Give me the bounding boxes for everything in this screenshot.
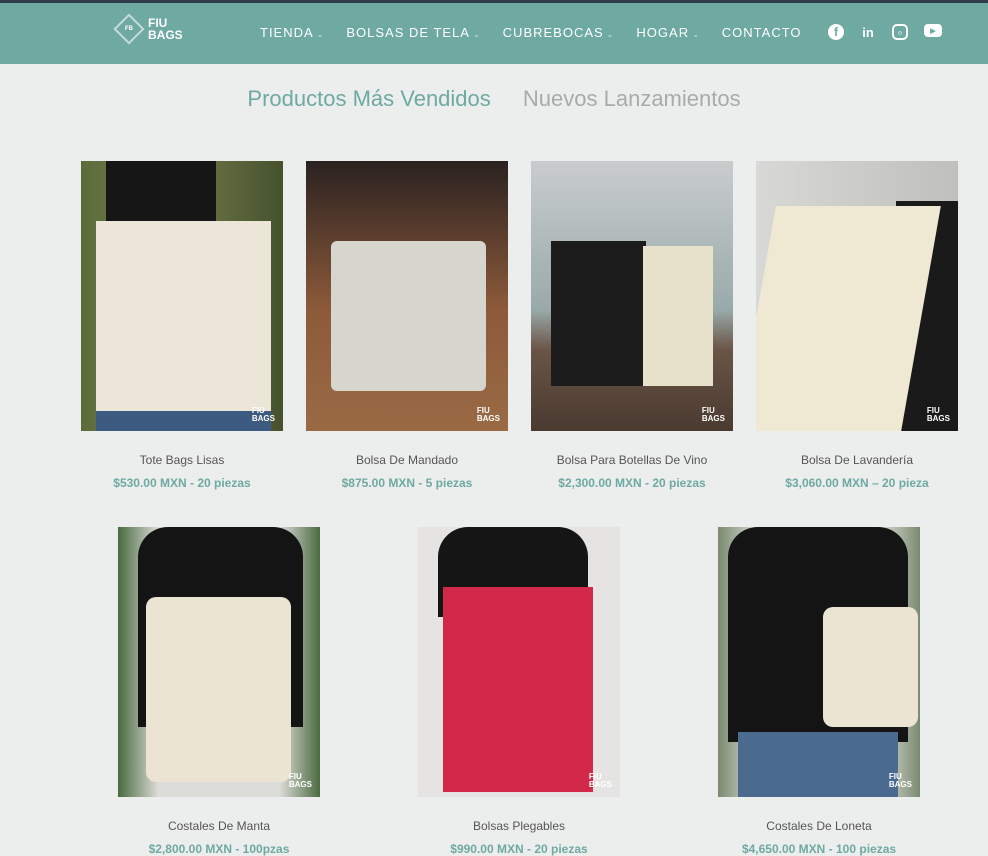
logo-line2: BAGS xyxy=(148,28,183,42)
product-card[interactable]: FIU BAGS Bolsa De Mandado $875.00 MXN - 5… xyxy=(306,161,508,490)
product-price: $875.00 MXN - 5 piezas xyxy=(341,476,473,490)
instagram-icon[interactable]: ◦ xyxy=(892,24,908,40)
product-price: $4,650.00 MXN - 100 piezas xyxy=(741,842,897,856)
chevron-down-icon: ⌄ xyxy=(316,30,325,39)
nav-bolsas-de-tela[interactable]: BOLSAS DE TELA ⌄ xyxy=(346,25,480,40)
product-name[interactable]: Costales De Loneta xyxy=(718,819,920,833)
watermark: FIU BAGS xyxy=(888,772,912,789)
product-image[interactable]: FIU BAGS xyxy=(81,161,283,431)
product-name[interactable]: Tote Bags Lisas xyxy=(81,453,283,467)
product-price: $990.00 MXN - 20 piezas xyxy=(450,842,588,856)
product-tabs: Productos Más Vendidos Nuevos Lanzamient… xyxy=(0,86,988,112)
site-header: FB FIU BAGS TIENDA ⌄ BOLSAS DE TELA ⌄ CUBRE… xyxy=(0,3,988,64)
product-image[interactable]: FIU BAGS xyxy=(718,527,920,797)
linkedin-icon[interactable]: in xyxy=(860,24,876,40)
product-name[interactable]: Bolsa De Lavandería xyxy=(756,453,958,467)
youtube-icon[interactable]: ▶ xyxy=(924,24,942,37)
product-card[interactable]: FIU BAGS Costales De Manta $2,800.00 MXN … xyxy=(118,527,320,856)
watermark: FIU BAGS xyxy=(476,406,500,423)
logo[interactable]: FB FIU BAGS xyxy=(113,13,183,45)
product-name[interactable]: Bolsas Plegables xyxy=(418,819,620,833)
product-image[interactable]: FIU BAGS xyxy=(531,161,733,431)
product-image[interactable]: FIU BAGS xyxy=(756,161,958,431)
watermark: FIU BAGS xyxy=(288,772,312,789)
nav-label: CUBREBOCAS xyxy=(502,25,604,40)
nav-label: TIENDA xyxy=(260,25,314,40)
tab-nuevos-lanzamientos[interactable]: Nuevos Lanzamientos xyxy=(523,86,741,112)
nav-label: BOLSAS DE TELA xyxy=(346,25,470,40)
nav-label: CONTACTO xyxy=(721,25,802,40)
watermark: FIU BAGS xyxy=(251,406,275,423)
product-image[interactable]: FIU BAGS xyxy=(418,527,620,797)
chevron-down-icon: ⌄ xyxy=(692,30,700,39)
watermark: FIU BAGS xyxy=(588,772,612,789)
social-links: f in ◦ ▶ xyxy=(828,24,942,40)
product-price: $2,300.00 MXN - 20 piezas xyxy=(558,476,706,490)
product-card[interactable]: FIU BAGS Tote Bags Lisas $530.00 MXN - 20… xyxy=(81,161,283,490)
product-name[interactable]: Bolsa Para Botellas De Vino xyxy=(531,453,733,467)
product-card[interactable]: FIU BAGS Bolsa De Lavandería $3,060.00 MX… xyxy=(756,161,958,490)
product-price: $2,800.00 MXN - 100pzas xyxy=(148,842,290,856)
nav-contacto[interactable]: CONTACTO xyxy=(722,25,802,40)
product-price: $530.00 MXN - 20 piezas xyxy=(113,476,251,490)
nav-cubrebocas[interactable]: CUBREBOCAS ⌄ xyxy=(503,25,615,40)
product-name[interactable]: Bolsa De Mandado xyxy=(306,453,508,467)
logo-mark: FB xyxy=(113,13,145,45)
nav-tienda[interactable]: TIENDA ⌄ xyxy=(260,25,324,40)
nav-hogar[interactable]: HOGAR ⌄ xyxy=(636,25,699,40)
product-name[interactable]: Costales De Manta xyxy=(118,819,320,833)
product-card[interactable]: FIU BAGS Costales De Loneta $4,650.00 MXN… xyxy=(718,527,920,856)
product-price: $3,060.00 MXN – 20 pieza xyxy=(785,476,929,490)
product-image[interactable]: FIU BAGS xyxy=(118,527,320,797)
product-card[interactable]: FIU BAGS Bolsa Para Botellas De Vino $2,3… xyxy=(531,161,733,490)
chevron-down-icon: ⌄ xyxy=(606,30,615,39)
product-image[interactable]: FIU BAGS xyxy=(306,161,508,431)
tab-mas-vendidos[interactable]: Productos Más Vendidos xyxy=(247,86,490,112)
logo-mark-text: FB xyxy=(125,26,133,32)
watermark: FIU BAGS xyxy=(926,406,950,423)
watermark: FIU BAGS xyxy=(701,406,725,423)
facebook-icon[interactable]: f xyxy=(828,24,844,40)
logo-text: FIU BAGS xyxy=(148,17,183,41)
nav-label: HOGAR xyxy=(636,25,690,40)
product-card[interactable]: FIU BAGS Bolsas Plegables $990.00 MXN - 2… xyxy=(418,527,620,856)
main-nav: TIENDA ⌄ BOLSAS DE TELA ⌄ CUBREBOCAS ⌄ HOGA… xyxy=(260,25,824,40)
chevron-down-icon: ⌄ xyxy=(472,30,481,39)
